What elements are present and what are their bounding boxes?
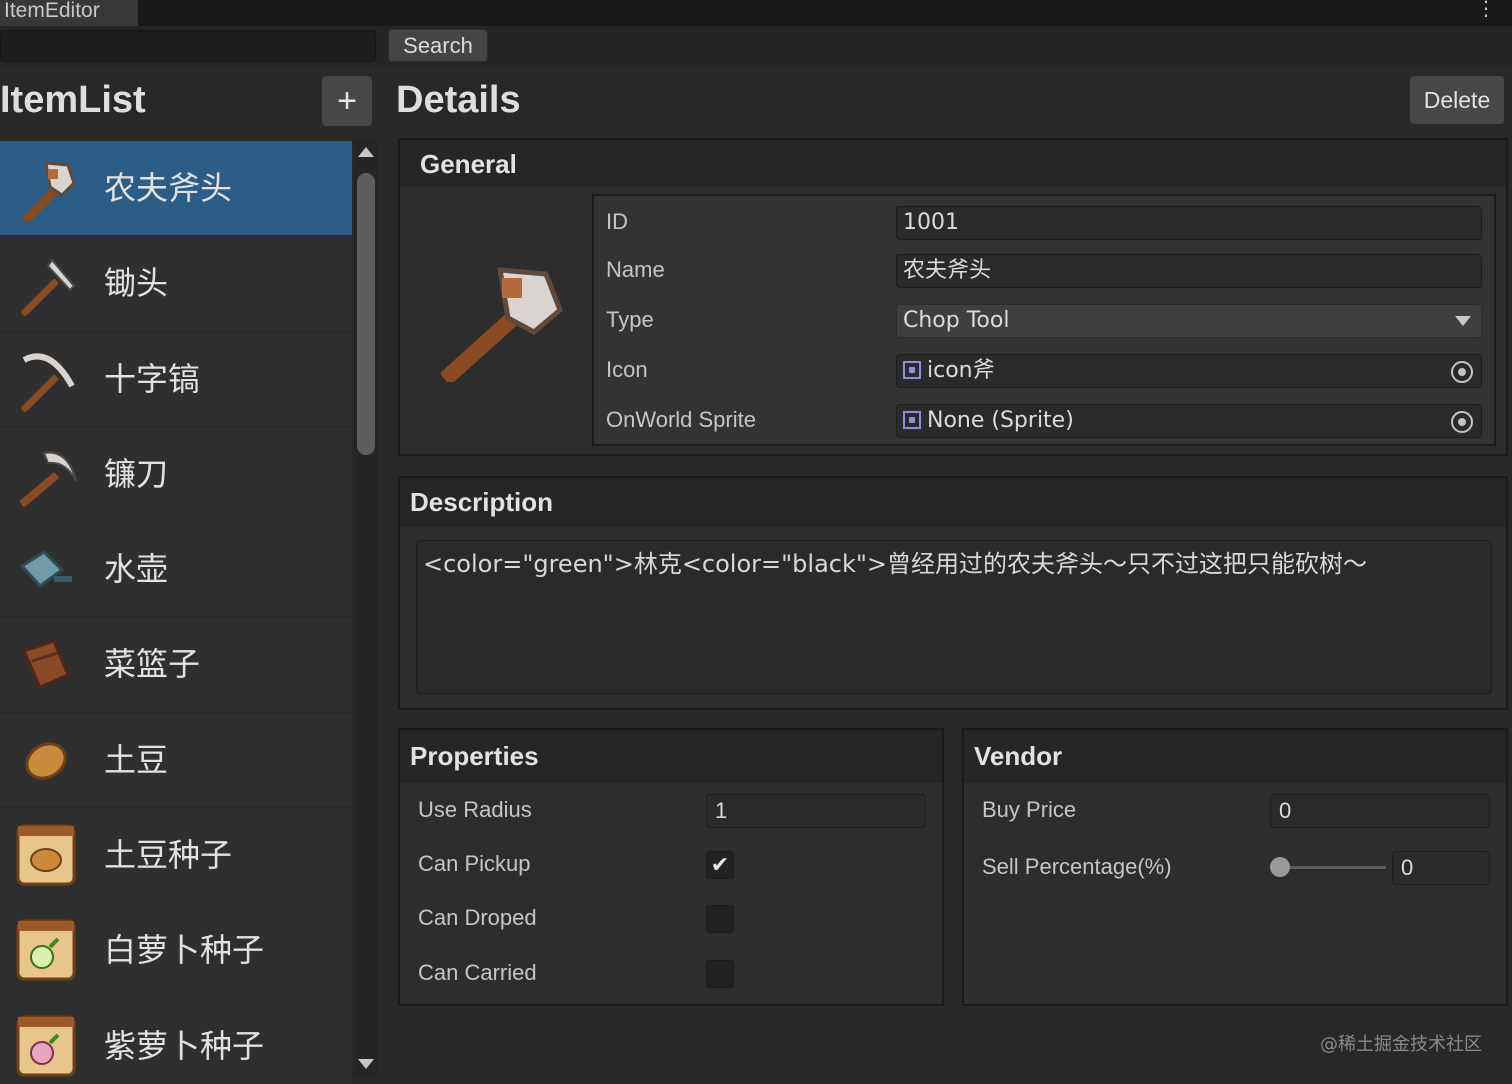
delete-button[interactable]: Delete: [1410, 76, 1504, 124]
scroll-up-arrow-icon[interactable]: [358, 147, 374, 157]
list-item[interactable]: 土豆: [0, 712, 352, 809]
item-preview-axe-icon: [440, 267, 563, 382]
type-dropdown[interactable]: Chop Tool: [896, 304, 1482, 338]
scroll-thumb[interactable]: [357, 173, 375, 455]
item-list-scrollbar[interactable]: [354, 141, 378, 1075]
watering-can-icon: [19, 550, 72, 589]
use-radius-field[interactable]: 1: [706, 794, 926, 828]
search-button[interactable]: Search: [388, 29, 488, 62]
list-item-label: 水壶: [104, 550, 169, 589]
item-list-title: ItemList: [0, 79, 146, 121]
buy-price-field[interactable]: 0: [1270, 794, 1490, 828]
id-label: ID: [606, 209, 628, 234]
can-carried-checkbox[interactable]: [706, 960, 734, 988]
sprite-icon: [903, 361, 921, 379]
list-item-label: 农夫斧头: [104, 169, 233, 207]
can-carried-label: Can Carried: [418, 960, 537, 985]
list-item-label: 镰刀: [104, 454, 169, 493]
sickle-icon: [19, 451, 77, 507]
can-pickup-row: Can Pickup ✔: [400, 842, 940, 886]
type-value: Chop Tool: [903, 308, 1010, 333]
vendor-panel: Vendor Buy Price 0 Sell Percentage(%) 0: [962, 728, 1508, 1006]
axe-icon: [22, 161, 76, 221]
sell-percentage-field[interactable]: 0: [1392, 851, 1490, 885]
scroll-down-arrow-icon[interactable]: [358, 1059, 374, 1069]
list-item[interactable]: 白萝卜种子: [0, 903, 352, 999]
list-item-label: 紫萝卜种子: [104, 1026, 265, 1065]
icon-label: Icon: [606, 357, 648, 382]
list-item[interactable]: 镰刀: [0, 426, 352, 523]
white-radish-seed-icon: [16, 919, 76, 981]
list-item-label: 菜篮子: [104, 645, 201, 684]
list-item[interactable]: 菜篮子: [0, 617, 352, 713]
object-picker-icon[interactable]: [1451, 411, 1473, 433]
search-toolbar: Search: [0, 26, 1512, 66]
object-picker-icon[interactable]: [1451, 361, 1473, 383]
purple-radish-seed-icon: [16, 1015, 76, 1077]
can-droped-row: Can Droped: [400, 896, 940, 940]
potato-icon: [25, 742, 67, 780]
list-item-label: 土豆: [104, 740, 169, 779]
use-radius-label: Use Radius: [418, 797, 532, 822]
general-fields: ID 1001 Name 农夫斧头 Type Chop Tool Icon ic…: [592, 194, 1496, 446]
onworld-value: None (Sprite): [927, 408, 1074, 433]
id-field[interactable]: 1001: [896, 206, 1482, 240]
list-item-label: 土豆种子: [104, 836, 233, 875]
use-radius-row: Use Radius 1: [400, 788, 940, 832]
can-pickup-label: Can Pickup: [418, 851, 531, 876]
window-menu-icon[interactable]: ⋮: [1476, 0, 1496, 19]
id-row: ID 1001: [594, 202, 1494, 242]
item-list: 农夫斧头 锄头 十字镐 镰刀 水壶 菜篮子 土豆 土豆种子 白萝卜种子 紫萝卜种…: [0, 141, 352, 1084]
list-item[interactable]: 土豆种子: [0, 808, 352, 904]
sell-percentage-label: Sell Percentage(%): [982, 854, 1172, 879]
general-panel: General ID 1001 Name 农夫斧头 Type Chop Tool…: [398, 138, 1508, 456]
chevron-down-icon: [1455, 316, 1471, 326]
name-field[interactable]: 农夫斧头: [896, 254, 1482, 288]
type-row: Type Chop Tool: [594, 300, 1494, 340]
tab-item-editor[interactable]: ItemEditor: [0, 0, 138, 26]
description-textarea[interactable]: <color="green">林克<color="black">曾经用过的农夫斧…: [416, 540, 1492, 694]
sell-percentage-row: Sell Percentage(%) 0: [964, 845, 1504, 889]
sell-percentage-slider-handle[interactable]: [1270, 857, 1290, 877]
details-title: Details: [396, 79, 521, 121]
type-label: Type: [606, 307, 654, 332]
onworld-row: OnWorld Sprite None (Sprite): [594, 400, 1494, 440]
sprite-icon: [903, 411, 921, 429]
can-droped-checkbox[interactable]: [706, 905, 734, 933]
list-item[interactable]: 紫萝卜种子: [0, 998, 352, 1084]
can-droped-label: Can Droped: [418, 905, 537, 930]
description-header: Description: [400, 478, 1506, 526]
description-panel: Description <color="green">林克<color="bla…: [398, 476, 1508, 710]
icon-row: Icon icon斧: [594, 350, 1494, 390]
list-item-label: 十字镐: [104, 359, 201, 398]
can-carried-row: Can Carried: [400, 951, 940, 995]
list-item[interactable]: 锄头: [0, 236, 352, 332]
onworld-label: OnWorld Sprite: [606, 407, 756, 432]
onworld-sprite-field[interactable]: None (Sprite): [896, 404, 1482, 438]
list-item[interactable]: 水壶: [0, 522, 352, 618]
list-item[interactable]: 十字镐: [0, 331, 352, 427]
list-item[interactable]: 农夫斧头: [0, 141, 352, 237]
watermark: @稀土掘金技术社区: [1320, 1034, 1482, 1055]
pickaxe-icon: [21, 353, 75, 412]
search-input[interactable]: [0, 30, 376, 62]
list-item-label: 锄头: [104, 264, 169, 303]
buy-price-label: Buy Price: [982, 797, 1077, 822]
icon-value: icon斧: [927, 358, 995, 383]
basket-icon: [21, 639, 70, 690]
properties-panel: Properties Use Radius 1 Can Pickup ✔ Can…: [398, 728, 944, 1006]
name-label: Name: [606, 257, 665, 282]
vendor-header: Vendor: [964, 730, 1506, 782]
name-row: Name 农夫斧头: [594, 250, 1494, 290]
general-header: General: [400, 140, 1506, 186]
add-item-button[interactable]: +: [322, 76, 372, 126]
hoe-icon: [21, 258, 76, 317]
potato-seed-icon: [16, 824, 76, 886]
icon-object-field[interactable]: icon斧: [896, 354, 1482, 388]
window-tab-bar: ItemEditor ⋮: [0, 0, 1512, 26]
can-pickup-checkbox[interactable]: ✔: [706, 851, 734, 879]
properties-header: Properties: [400, 730, 942, 782]
list-item-label: 白萝卜种子: [104, 931, 265, 970]
buy-price-row: Buy Price 0: [964, 788, 1504, 832]
